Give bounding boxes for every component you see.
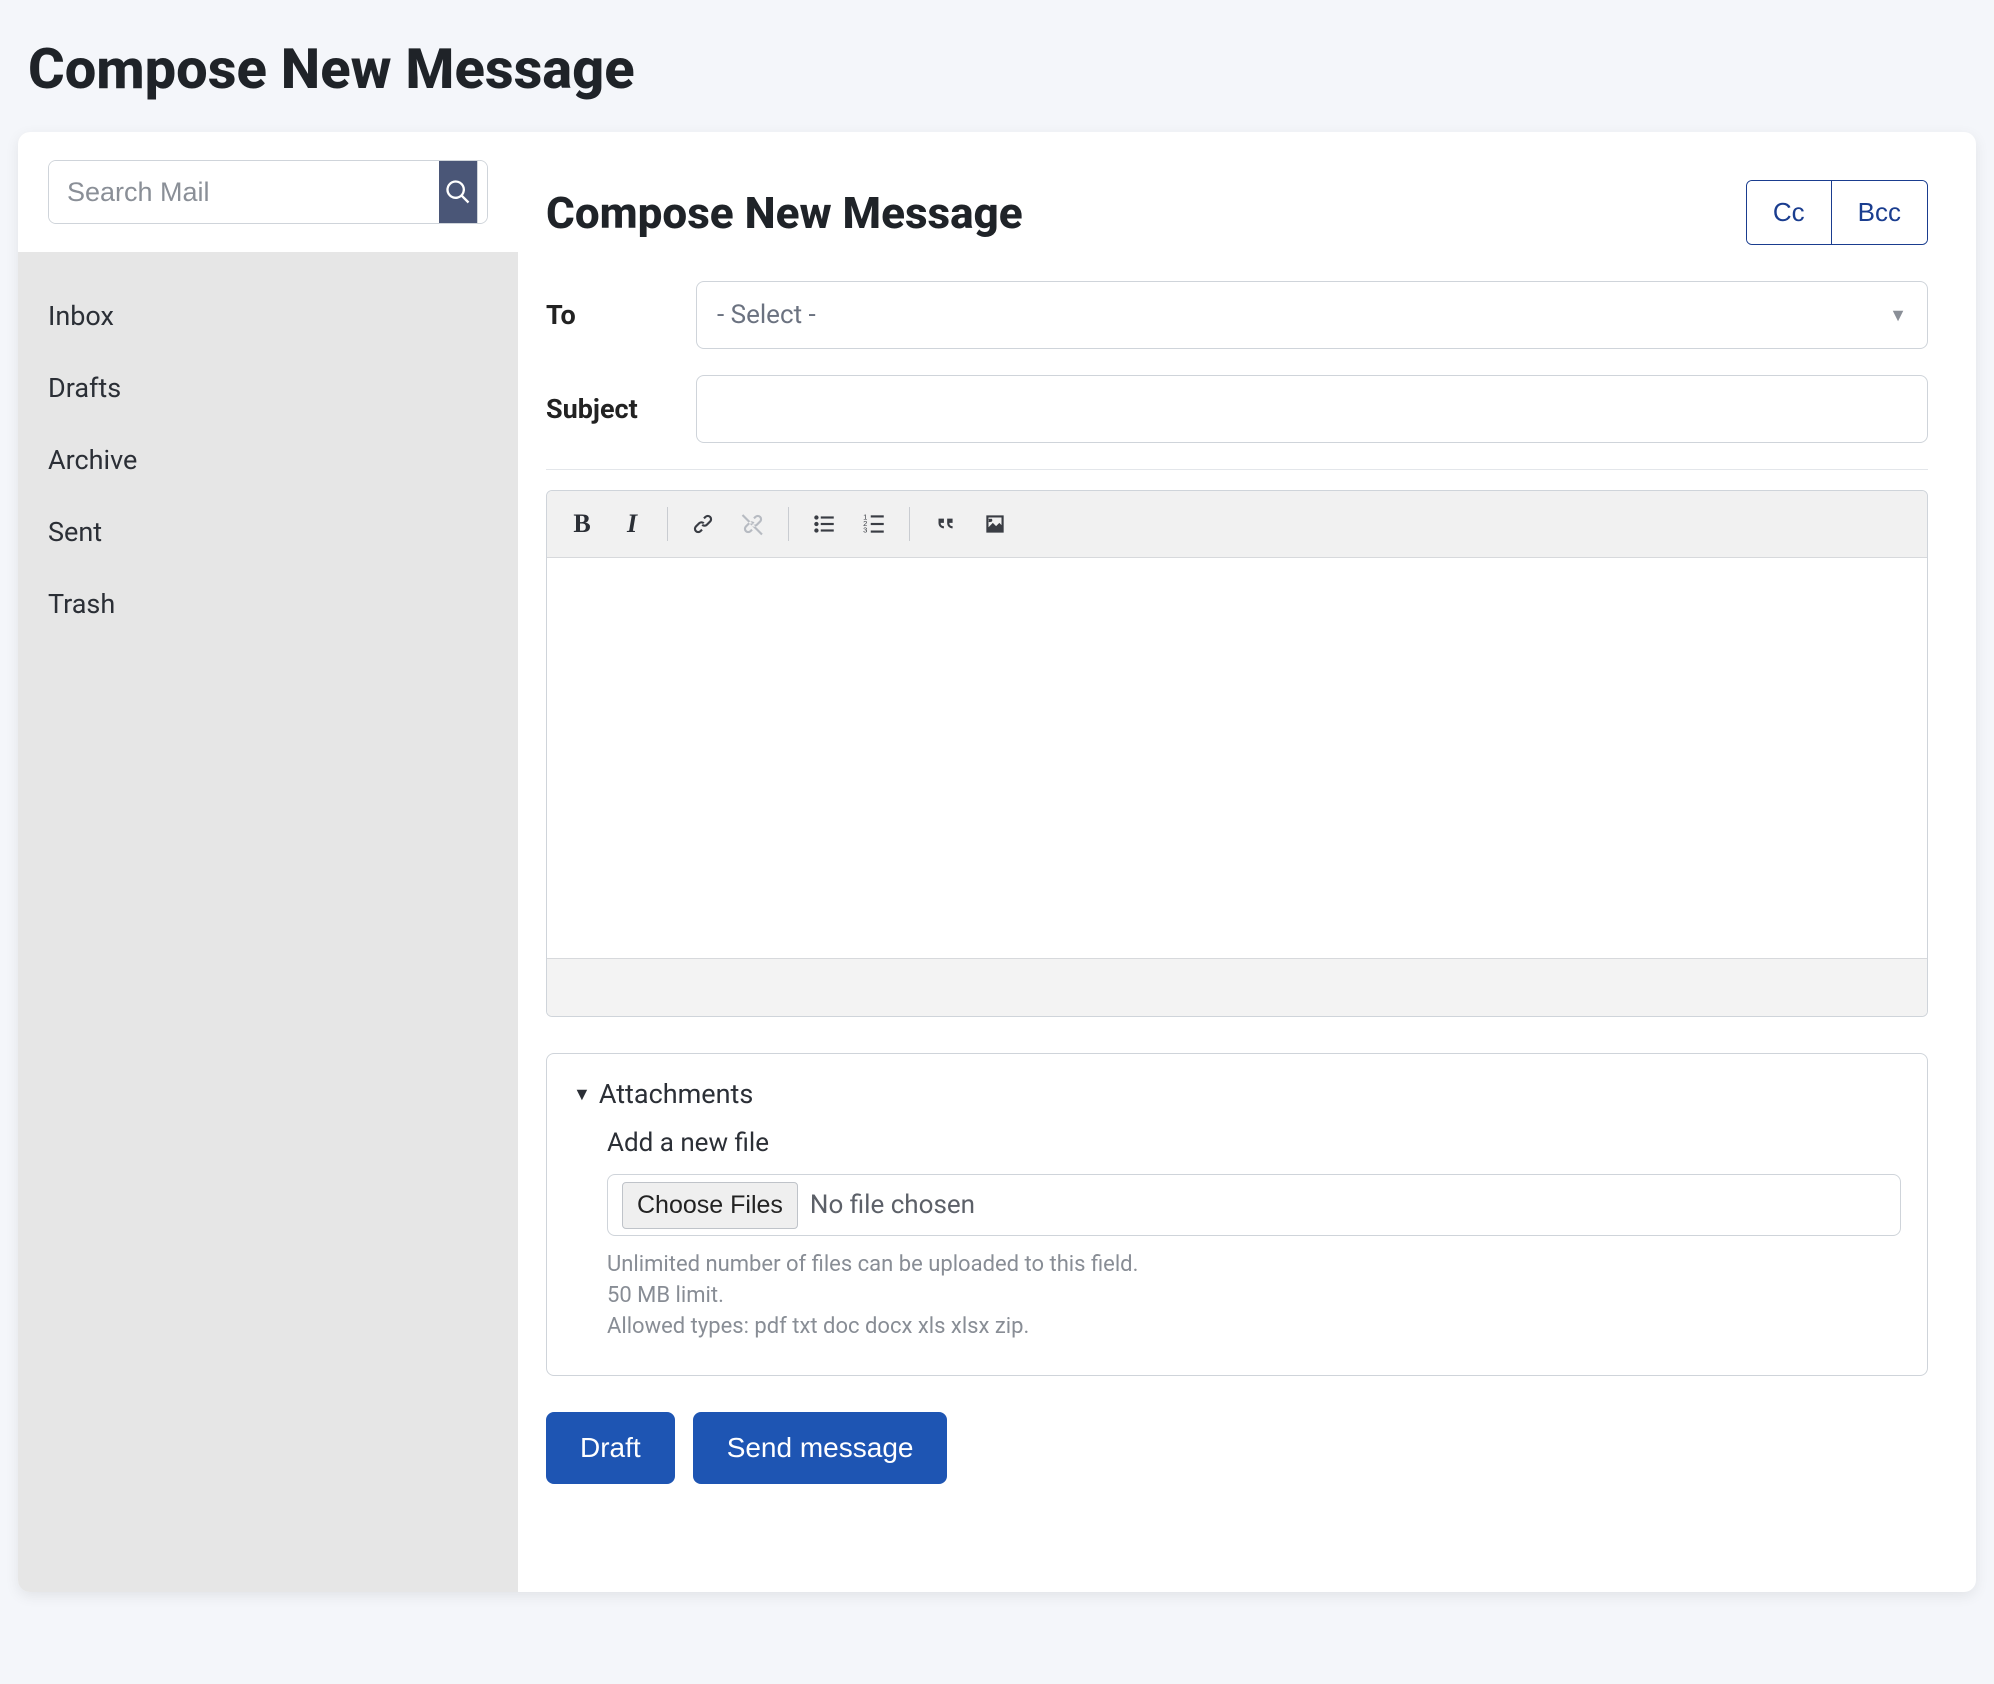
cc-button[interactable]: Cc xyxy=(1747,181,1831,244)
hint-limit: 50 MB limit. xyxy=(607,1283,1901,1308)
search-button[interactable] xyxy=(439,161,477,223)
attachments-body: Add a new file Choose Files No file chos… xyxy=(573,1110,1901,1339)
attachments-title: Attachments xyxy=(599,1078,753,1110)
editor-toolbar: B I xyxy=(547,491,1927,558)
hint-types: Allowed types: pdf txt doc docx xls xlsx… xyxy=(607,1314,1901,1339)
bold-button[interactable]: B xyxy=(561,503,603,545)
insert-image-button[interactable] xyxy=(974,503,1016,545)
to-select[interactable]: - Select - ▼ xyxy=(696,281,1928,349)
unlink-icon xyxy=(740,511,766,537)
compose-header: Compose New Message Cc Bcc xyxy=(546,180,1928,245)
sidebar-item-archive[interactable]: Archive xyxy=(48,424,488,496)
to-label: To xyxy=(546,299,696,331)
link-button[interactable] xyxy=(682,503,724,545)
main-panel: Compose New Message Cc Bcc To - Select -… xyxy=(518,132,1976,1592)
compose-title: Compose New Message xyxy=(546,187,1023,239)
bulleted-list-icon xyxy=(811,511,837,537)
sidebar-item-inbox[interactable]: Inbox xyxy=(48,280,488,352)
subject-input[interactable] xyxy=(696,375,1928,443)
to-selected-value: - Select - xyxy=(717,300,816,330)
blockquote-button[interactable] xyxy=(924,503,966,545)
search-right-spacer xyxy=(477,161,487,223)
action-buttons: Draft Send message xyxy=(546,1412,1928,1484)
unlink-button xyxy=(732,503,774,545)
search-icon xyxy=(444,178,472,206)
toolbar-separator xyxy=(909,507,910,541)
numbered-list-icon: 1 2 3 xyxy=(861,511,887,537)
hint-unlimited: Unlimited number of files can be uploade… xyxy=(607,1252,1901,1277)
search-wrap xyxy=(48,160,488,224)
sidebar-nav: Inbox Drafts Archive Sent Trash xyxy=(18,252,518,668)
sidebar-item-sent[interactable]: Sent xyxy=(48,496,488,568)
search-bar xyxy=(18,132,518,252)
sidebar: Inbox Drafts Archive Sent Trash xyxy=(18,132,518,1592)
bulleted-list-button[interactable] xyxy=(803,503,845,545)
rich-text-editor: B I xyxy=(546,490,1928,1017)
sidebar-item-trash[interactable]: Trash xyxy=(48,568,488,640)
file-input-row[interactable]: Choose Files No file chosen xyxy=(607,1174,1901,1236)
add-file-label: Add a new file xyxy=(607,1128,1901,1158)
image-icon xyxy=(982,511,1008,537)
chevron-down-icon: ▼ xyxy=(1889,305,1907,326)
page-title: Compose New Message xyxy=(28,36,1976,102)
app-container: Inbox Drafts Archive Sent Trash Compose … xyxy=(18,132,1976,1592)
blockquote-icon xyxy=(932,511,958,537)
subject-label: Subject xyxy=(546,393,696,425)
toolbar-separator xyxy=(667,507,668,541)
send-button[interactable]: Send message xyxy=(693,1412,948,1484)
editor-body[interactable] xyxy=(547,558,1927,958)
link-icon xyxy=(690,511,716,537)
bold-icon: B xyxy=(573,509,590,539)
editor-footer xyxy=(547,958,1927,1016)
divider xyxy=(546,469,1928,470)
svg-text:3: 3 xyxy=(863,526,867,535)
italic-button[interactable]: I xyxy=(611,503,653,545)
attachments-toggle[interactable]: Attachments xyxy=(573,1078,1901,1110)
attachments-section: Attachments Add a new file Choose Files … xyxy=(546,1053,1928,1376)
numbered-list-button[interactable]: 1 2 3 xyxy=(853,503,895,545)
choose-files-button[interactable]: Choose Files xyxy=(622,1182,798,1229)
cc-bcc-group: Cc Bcc xyxy=(1746,180,1928,245)
draft-button[interactable]: Draft xyxy=(546,1412,675,1484)
toolbar-separator xyxy=(788,507,789,541)
subject-row: Subject xyxy=(546,375,1928,443)
search-input[interactable] xyxy=(49,161,439,223)
sidebar-item-drafts[interactable]: Drafts xyxy=(48,352,488,424)
bcc-button[interactable]: Bcc xyxy=(1831,181,1927,244)
italic-icon: I xyxy=(627,509,637,539)
file-status: No file chosen xyxy=(810,1190,975,1220)
to-row: To - Select - ▼ xyxy=(546,281,1928,349)
